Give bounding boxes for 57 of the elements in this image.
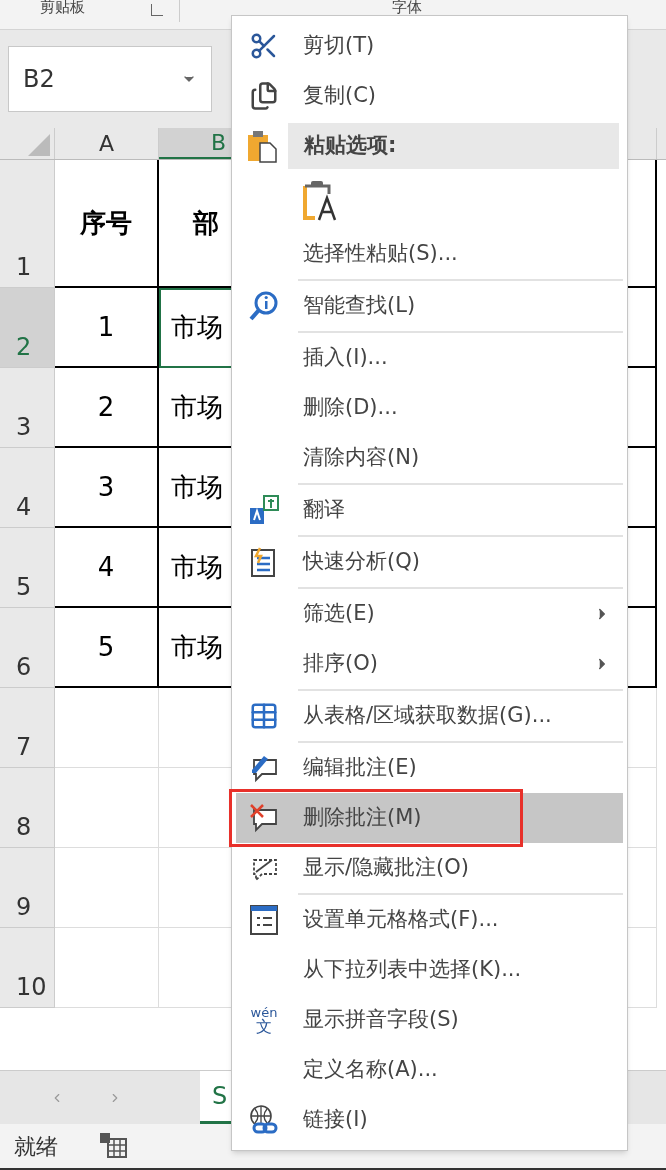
menu-item[interactable]: 快速分析(Q)	[236, 537, 623, 587]
menu-item[interactable]: 复制(C)	[236, 71, 623, 121]
menu-item[interactable]: 筛选(E)	[236, 589, 623, 639]
dialog-launcher-icon[interactable]	[151, 4, 163, 16]
copy-icon	[249, 81, 279, 111]
row-header[interactable]: 9	[0, 848, 55, 928]
menu-item[interactable]: wén 文 显示拼音字段(S)	[236, 995, 623, 1045]
menu-item[interactable]: 删除(D)...	[236, 383, 623, 433]
status-text: 就绪	[14, 1132, 58, 1161]
page-layout-icon	[100, 1133, 128, 1159]
row-header[interactable]: 10	[0, 928, 55, 1008]
menu-item[interactable]: 智能查找(L)	[236, 281, 623, 331]
name-box[interactable]: B2	[8, 46, 212, 112]
menu-item[interactable]: 清除内容(N)	[236, 433, 623, 483]
menu-item[interactable]: 编辑批注(E)	[236, 743, 623, 793]
menu-item[interactable]: 显示/隐藏批注(O)	[236, 843, 623, 893]
row-header[interactable]: 6	[0, 608, 55, 688]
table-cell-text: 市场	[171, 390, 223, 424]
table-cell-text: 3	[97, 470, 115, 504]
table-cell-text: 1	[97, 310, 115, 344]
ribbon-group-label: 剪贴板	[40, 0, 85, 15]
table-cell-text: 2	[97, 390, 115, 424]
row-header[interactable]: 2	[0, 288, 55, 368]
menu-item[interactable]: 剪切(T)	[236, 21, 623, 71]
table-cell-text: 序号	[80, 206, 132, 240]
table-cell-text: 市场	[171, 310, 223, 344]
row-header[interactable]: 4	[0, 448, 55, 528]
table-cell-text: 部	[191, 206, 219, 240]
paste-options-header: 粘贴选项:	[288, 123, 619, 169]
row-header[interactable]: 8	[0, 768, 55, 848]
format-cells-icon	[249, 904, 279, 936]
row-header[interactable]: 1	[0, 160, 55, 288]
table-cell-text: 市场	[171, 550, 223, 584]
ribbon-group-label: 字体	[392, 0, 422, 15]
row-header[interactable]: 3	[0, 368, 55, 448]
link-icon	[248, 1104, 280, 1136]
menu-item[interactable]: 翻译	[236, 485, 623, 535]
delete-comment-icon	[248, 802, 280, 834]
menu-item[interactable]: 排序(O)	[236, 639, 623, 689]
table-cell-text: 市场	[171, 630, 223, 664]
row-header[interactable]: 7	[0, 688, 55, 768]
menu-item[interactable]: 从下拉列表中选择(K)...	[236, 945, 623, 995]
menu-item[interactable]: 选择性粘贴(S)...	[236, 229, 623, 279]
clipboard-icon	[246, 129, 278, 163]
table-cell-text: 5	[97, 630, 115, 664]
phonetic-icon: wén 文	[250, 1005, 278, 1035]
table-icon	[249, 701, 279, 731]
translate-icon	[248, 494, 280, 526]
menu-item[interactable]: 链接(I)	[236, 1095, 623, 1145]
magnifier-info-icon	[248, 290, 280, 322]
table-cell-text: 市场	[171, 470, 223, 504]
menu-item[interactable]: 插入(I)...	[236, 333, 623, 383]
menu-item[interactable]: 从表格/区域获取数据(G)...	[236, 691, 623, 741]
menu-item[interactable]: 定义名称(A)...	[236, 1045, 623, 1095]
row-header[interactable]: 5	[0, 528, 55, 608]
menu-item[interactable]: 设置单元格格式(F)...	[236, 895, 623, 945]
table-cell-text: 4	[97, 550, 115, 584]
